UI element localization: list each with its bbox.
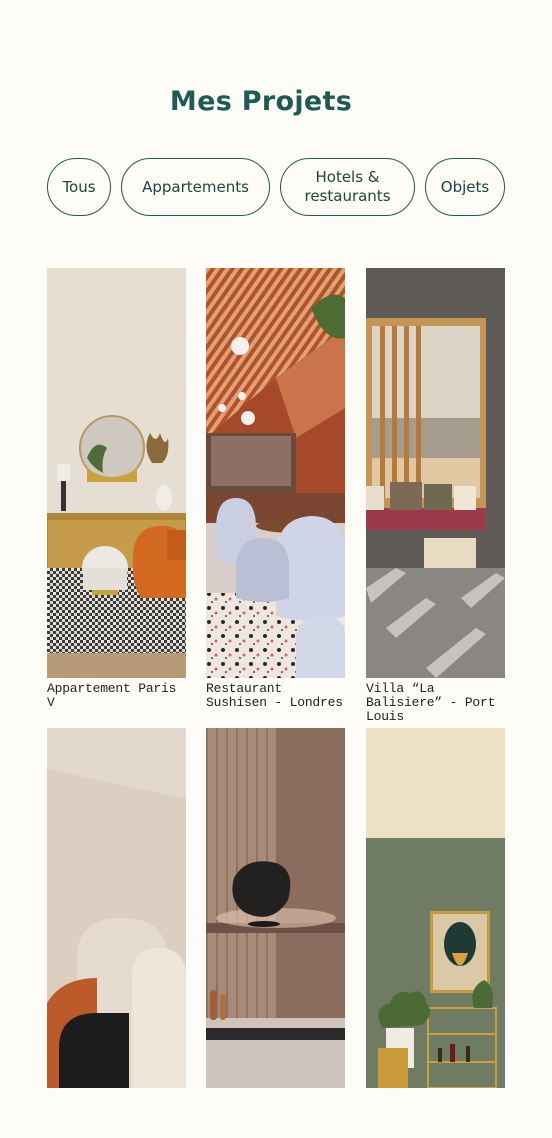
filter-objets-button[interactable]: Objets (425, 158, 505, 216)
project-card[interactable]: Restaurant Sushisen - Londres (206, 268, 345, 710)
project-caption[interactable]: Restaurant Sushisen - Londres (206, 682, 345, 710)
page-title: Mes Projets (169, 86, 353, 117)
project-caption[interactable]: Villa “La Balisiere” - Port Louis (366, 682, 505, 724)
villa-photo[interactable] (366, 268, 505, 678)
filter-label: Objets (440, 177, 490, 196)
project-card[interactable] (206, 728, 345, 1138)
project-card[interactable]: Villa “La Balisiere” - Port Louis (366, 268, 505, 724)
filter-label-line2: restaurants (304, 187, 391, 205)
filter-tous-button[interactable]: Tous (47, 158, 111, 216)
filter-label: Appartements (142, 177, 249, 196)
project-card[interactable] (366, 728, 505, 1138)
project-caption[interactable]: Appartement Paris V (47, 682, 186, 710)
filter-label: Tous (62, 177, 96, 196)
bar-cart-photo[interactable] (366, 728, 505, 1138)
filter-label-line1: Hotels & (315, 168, 380, 186)
filter-hotels-restaurants-button[interactable]: Hotels & restaurants (280, 158, 415, 216)
filter-bar: Tous Appartements Hotels & restaurants O… (47, 158, 507, 218)
living-room-photo[interactable] (47, 268, 186, 678)
lamp-photo[interactable] (206, 728, 345, 1138)
sculpture-photo[interactable] (47, 728, 186, 1138)
project-card[interactable]: Appartement Paris V (47, 268, 186, 710)
filter-appartements-button[interactable]: Appartements (121, 158, 270, 216)
restaurant-photo[interactable] (206, 268, 345, 678)
project-card[interactable] (47, 728, 186, 1138)
